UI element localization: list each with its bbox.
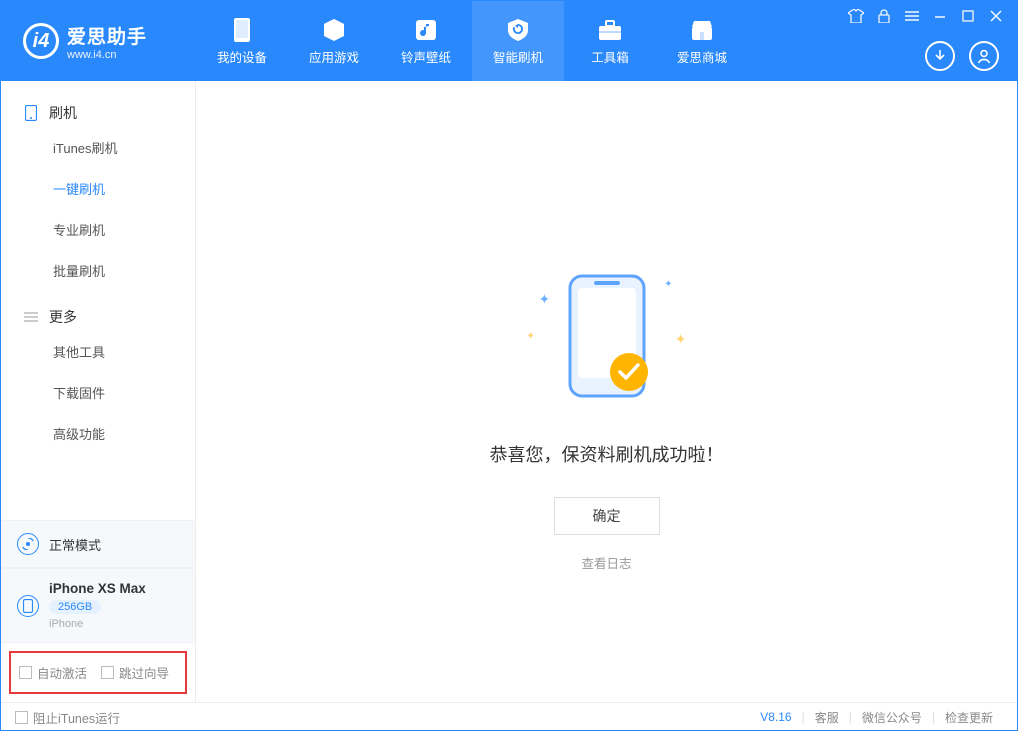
checkbox-icon — [15, 711, 28, 724]
device-info: iPhone XS Max 256GB iPhone — [49, 581, 146, 630]
app-subtitle: www.i4.cn — [67, 49, 147, 61]
device-card[interactable]: iPhone XS Max 256GB iPhone — [1, 568, 195, 643]
logo-icon: i4 — [23, 23, 59, 59]
logo-text: 爱思助手 www.i4.cn — [67, 22, 147, 61]
sidebar-item-download-firmware[interactable]: 下载固件 — [1, 372, 195, 413]
checkbox-block-itunes[interactable]: 阻止iTunes运行 — [15, 708, 120, 727]
tshirt-icon[interactable] — [847, 7, 865, 25]
sparkle-icon: ✦ — [664, 279, 672, 290]
device-type: iPhone — [49, 618, 146, 630]
user-button[interactable] — [969, 41, 999, 71]
checkbox-icon — [19, 666, 32, 679]
app-title: 爱思助手 — [67, 22, 147, 49]
toolbox-icon — [596, 17, 624, 43]
header: i4 爱思助手 www.i4.cn 我的设备 应用游戏 铃声壁纸 智能刷机 工具… — [1, 1, 1017, 81]
tab-label: 智能刷机 — [493, 47, 543, 66]
ok-button[interactable]: 确定 — [554, 497, 660, 535]
list-icon — [23, 309, 39, 325]
menu-icon[interactable] — [903, 7, 921, 25]
sparkle-icon: ✦ — [675, 331, 687, 348]
device-area: 正常模式 iPhone XS Max 256GB iPhone 自动激活 跳过向… — [1, 520, 195, 702]
phone-icon — [23, 105, 39, 121]
tab-apps-games[interactable]: 应用游戏 — [288, 1, 380, 81]
footer: 阻止iTunes运行 V8.16 | 客服 | 微信公众号 | 检查更新 — [1, 702, 1017, 731]
tab-label: 铃声壁纸 — [401, 47, 451, 66]
checkbox-label: 跳过向导 — [119, 663, 169, 682]
sidebar-group-flash: 刷机 — [1, 95, 195, 127]
cube-icon — [320, 17, 348, 43]
mode-card[interactable]: 正常模式 — [1, 520, 195, 568]
tab-label: 工具箱 — [591, 47, 629, 66]
options-highlighted: 自动激活 跳过向导 — [9, 651, 187, 694]
phone-icon — [17, 595, 39, 617]
checkbox-auto-activate[interactable]: 自动激活 — [19, 663, 87, 682]
footer-link-support[interactable]: 客服 — [805, 709, 849, 726]
sidebar-scroll: 刷机 iTunes刷机 一键刷机 专业刷机 批量刷机 更多 其他工具 下载固件 … — [1, 81, 195, 520]
phone-success-icon — [566, 272, 648, 400]
main-content: ✦ ✦ ✦ ✦ 恭喜您，保资料刷机成功啦！ 确定 查看日志 — [196, 81, 1017, 702]
success-panel: ✦ ✦ ✦ ✦ 恭喜您，保资料刷机成功啦！ 确定 查看日志 — [490, 261, 724, 572]
sidebar-item-oneclick-flash[interactable]: 一键刷机 — [1, 168, 195, 209]
sidebar-item-batch-flash[interactable]: 批量刷机 — [1, 250, 195, 291]
footer-link-wechat[interactable]: 微信公众号 — [852, 709, 932, 726]
sidebar-item-itunes-flash[interactable]: iTunes刷机 — [1, 127, 195, 168]
group-label: 刷机 — [49, 103, 77, 123]
success-message: 恭喜您，保资料刷机成功啦！ — [490, 441, 724, 467]
device-icon — [228, 17, 256, 43]
minimize-icon[interactable] — [931, 7, 949, 25]
view-log-link[interactable]: 查看日志 — [490, 553, 724, 572]
mode-label: 正常模式 — [49, 535, 101, 554]
footer-link-update[interactable]: 检查更新 — [935, 709, 1003, 726]
logo-area: i4 爱思助手 www.i4.cn — [1, 22, 196, 61]
tab-toolbox[interactable]: 工具箱 — [564, 1, 656, 81]
shop-icon — [688, 17, 716, 43]
refresh-shield-icon — [504, 17, 532, 43]
sidebar-group-more: 更多 — [1, 299, 195, 331]
nav-tabs: 我的设备 应用游戏 铃声壁纸 智能刷机 工具箱 爱思商城 — [196, 1, 748, 81]
checkbox-label: 自动激活 — [37, 663, 87, 682]
tab-label: 爱思商城 — [677, 47, 727, 66]
header-right — [925, 41, 999, 71]
close-icon[interactable] — [987, 7, 1005, 25]
tab-my-device[interactable]: 我的设备 — [196, 1, 288, 81]
maximize-icon[interactable] — [959, 7, 977, 25]
device-name: iPhone XS Max — [49, 581, 146, 596]
sparkle-icon: ✦ — [527, 331, 535, 342]
titlebar-controls — [847, 7, 1005, 25]
tab-shop[interactable]: 爱思商城 — [656, 1, 748, 81]
body: 刷机 iTunes刷机 一键刷机 专业刷机 批量刷机 更多 其他工具 下载固件 … — [1, 81, 1017, 702]
tab-ringtone-wallpaper[interactable]: 铃声壁纸 — [380, 1, 472, 81]
group-label: 更多 — [49, 307, 77, 327]
sidebar-item-pro-flash[interactable]: 专业刷机 — [1, 209, 195, 250]
tab-label: 应用游戏 — [309, 47, 359, 66]
sidebar-item-other-tools[interactable]: 其他工具 — [1, 331, 195, 372]
sidebar-item-advanced[interactable]: 高级功能 — [1, 413, 195, 454]
tab-smart-flash[interactable]: 智能刷机 — [472, 1, 564, 81]
lock-icon[interactable] — [875, 7, 893, 25]
sidebar: 刷机 iTunes刷机 一键刷机 专业刷机 批量刷机 更多 其他工具 下载固件 … — [1, 81, 196, 702]
mode-icon — [17, 533, 39, 555]
checkbox-skip-guide[interactable]: 跳过向导 — [101, 663, 169, 682]
version-label: V8.16 — [760, 710, 791, 724]
tab-label: 我的设备 — [217, 47, 267, 66]
sparkle-icon: ✦ — [539, 291, 551, 308]
checkbox-label: 阻止iTunes运行 — [33, 708, 120, 727]
success-illustration: ✦ ✦ ✦ ✦ — [527, 261, 687, 411]
device-storage-badge: 256GB — [49, 600, 101, 614]
download-button[interactable] — [925, 41, 955, 71]
checkbox-icon — [101, 666, 114, 679]
music-note-icon — [412, 17, 440, 43]
